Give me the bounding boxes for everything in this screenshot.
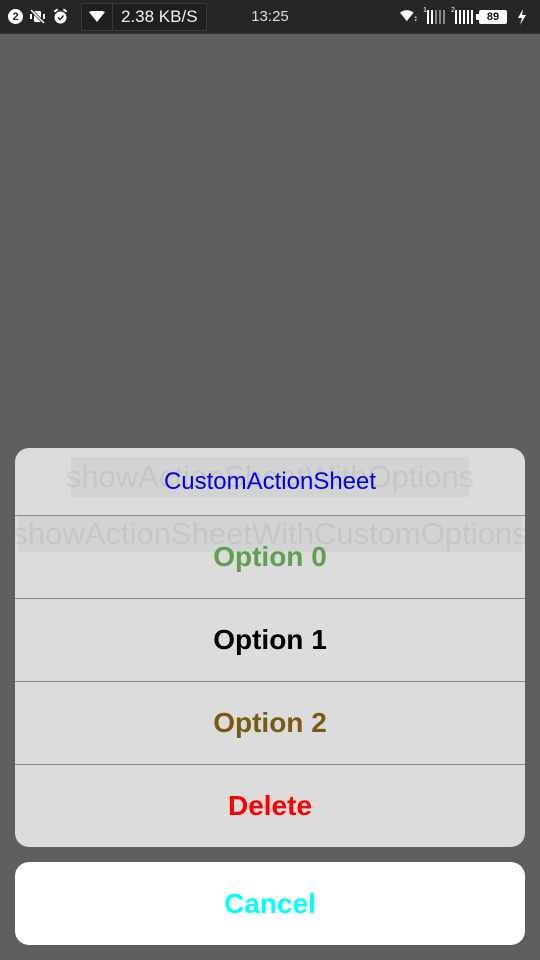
- wifi-icon: [400, 8, 417, 25]
- option-0-button[interactable]: Option 0: [15, 516, 525, 598]
- network-speed-indicator: 2.38 KB/S: [81, 2, 207, 31]
- option-2-button[interactable]: Option 2: [15, 682, 525, 764]
- status-bar-right: 1 2 89: [400, 0, 530, 33]
- network-speed-text: 2.38 KB/S: [121, 6, 198, 26]
- notification-count-badge: 2: [8, 9, 23, 24]
- option-2-label: Option 2: [213, 707, 327, 738]
- cancel-label: Cancel: [224, 887, 316, 919]
- alarm-clock-icon: [52, 8, 69, 25]
- battery-icon: 89: [476, 9, 507, 24]
- action-sheet-title-text: CustomActionSheet: [163, 467, 377, 495]
- option-1-button[interactable]: Option 1: [15, 599, 525, 681]
- action-sheet: showActionSheetWithOptions CustomActionS…: [15, 448, 525, 847]
- status-bar-left: 2 2.38 KB/S: [8, 0, 207, 33]
- option-1-label: Option 1: [213, 624, 327, 655]
- mute-vibrate-icon: [29, 8, 46, 25]
- charging-bolt-icon: [513, 8, 530, 25]
- delete-label: Delete: [227, 790, 313, 821]
- status-bar: 2 2.38 KB/S 13:25 1 2 89: [0, 0, 540, 34]
- sim1-signal-icon: 1: [423, 7, 445, 24]
- sim2-signal-icon: 2: [451, 7, 473, 24]
- action-sheet-title: CustomActionSheet: [15, 448, 525, 515]
- option-0-label: Option 0: [213, 541, 327, 572]
- cancel-button[interactable]: Cancel: [15, 862, 525, 945]
- delete-button[interactable]: Delete: [15, 765, 525, 847]
- battery-level: 89: [486, 10, 500, 23]
- wifi-download-icon: [82, 3, 113, 30]
